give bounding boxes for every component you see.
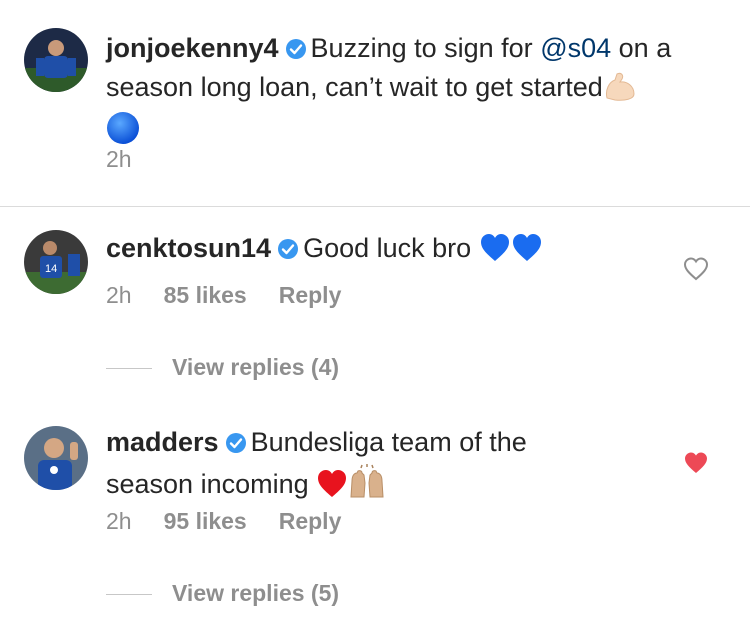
comment-body: Good luck bro [303,233,472,263]
raising-hands-icon [348,463,386,508]
avatar[interactable] [24,28,88,92]
flexed-biceps-icon [603,72,637,111]
blue-heart-icon [511,233,543,272]
timestamp: 2h [106,508,132,534]
blue-heart-icon [479,233,511,272]
verified-badge-icon [277,233,299,269]
comment-body: Bundesliga team of the [250,427,527,457]
comment-meta: 2h 95 likes Reply [106,508,373,535]
divider [106,594,152,596]
like-heart-icon[interactable] [683,257,709,286]
mention-link[interactable]: @s04 [540,33,611,63]
username[interactable]: madders [106,427,219,457]
comment-text: cenktosun14 Good luck bro [106,230,706,272]
caption-body-end: on a [618,33,672,63]
view-replies-label[interactable]: View replies (4) [172,354,339,380]
likes-count[interactable]: 95 likes [164,508,247,534]
view-replies-label[interactable]: View replies (5) [172,580,339,606]
comment-text: madders Bundesliga team of the season inc… [106,424,706,508]
caption-meta: 2h [106,146,164,173]
divider [106,368,152,370]
caption-body: Buzzing to sign for [310,33,533,63]
view-replies-link[interactable]: View replies (5) [106,580,339,607]
reply-button[interactable]: Reply [279,282,342,308]
avatar[interactable] [24,426,88,490]
svg-text:14: 14 [45,263,57,275]
like-heart-filled-icon[interactable] [683,451,709,480]
caption-body-line2: season long loan, can’t wait to get star… [106,72,603,102]
timestamp: 2h [106,282,132,308]
username[interactable]: jonjoekenny4 [106,33,279,63]
username[interactable]: cenktosun14 [106,233,271,263]
likes-count[interactable]: 85 likes [164,282,247,308]
verified-badge-icon [285,33,307,69]
red-heart-icon [316,469,348,508]
timestamp: 2h [106,146,132,172]
avatar[interactable]: 14 [24,230,88,294]
view-replies-link[interactable]: View replies (4) [106,354,339,381]
verified-badge-icon [225,427,247,463]
comment-meta: 2h 85 likes Reply [106,282,373,309]
caption-text: jonjoekenny4 Buzzing to sign for @s04 on … [106,30,706,154]
comment-body-line2: season incoming [106,469,309,499]
reply-button[interactable]: Reply [279,508,342,534]
divider [0,206,750,207]
